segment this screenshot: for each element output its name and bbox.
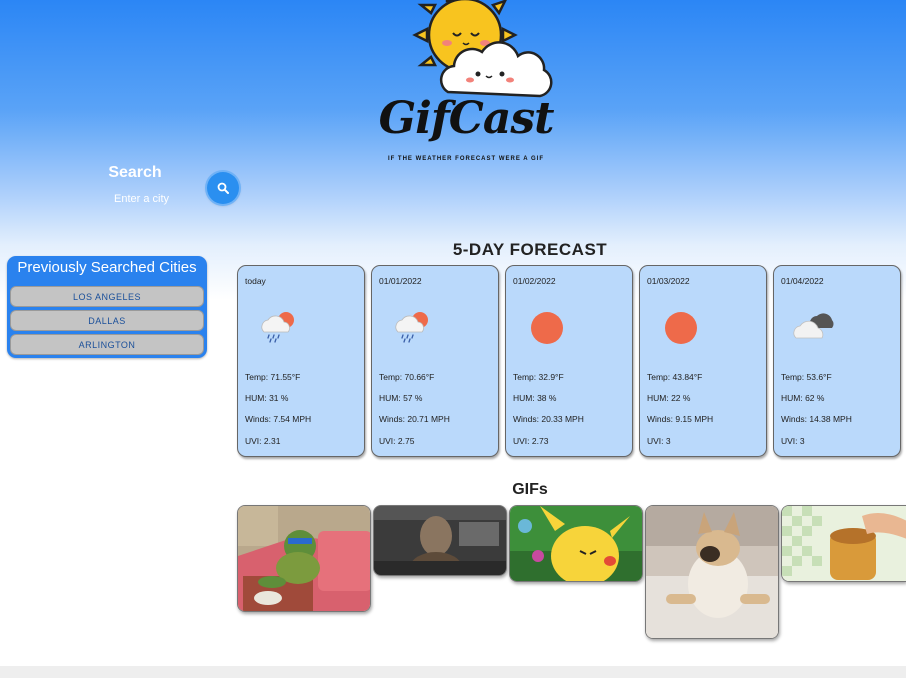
forecast-temp: Temp: 70.66°F	[379, 372, 435, 382]
cloudy-icon	[793, 313, 834, 339]
forecast-date: today	[245, 276, 266, 286]
forecast-date: 01/03/2022	[647, 276, 690, 286]
forecast-date: 01/04/2022	[781, 276, 824, 286]
forecast-temp: Temp: 32.9°F	[513, 372, 564, 382]
search-history-title: Previously Searched Cities	[17, 259, 197, 276]
forecast-humidity: HUM: 57 %	[379, 393, 423, 403]
forecast-uvi: UVI: 2.73	[513, 436, 549, 446]
logo-tagline: IF THE WEATHER FORECAST WERE A GIF	[387, 156, 545, 162]
forecast-humidity: HUM: 62 %	[781, 393, 825, 403]
forecast-winds: Winds: 20.33 MPH	[513, 414, 584, 424]
forecast-card: 01/04/2022 Temp: 53.6°F HUM: 62 % Winds:…	[773, 265, 901, 457]
search-button[interactable]	[207, 172, 239, 204]
forecast-winds: Winds: 20.71 MPH	[379, 414, 450, 424]
search-input[interactable]	[90, 191, 224, 207]
forecast-winds: Winds: 7.54 MPH	[245, 414, 312, 424]
pikachu-gif[interactable]	[509, 505, 643, 582]
forecast-heading: 5-DAY FORECAST	[452, 240, 608, 259]
forecast-date: 01/01/2022	[379, 276, 422, 286]
search-history-panel: Previously Searched Cities LOS ANGELES D…	[7, 256, 207, 358]
logo	[370, 0, 570, 170]
forecast-uvi: UVI: 2.31	[245, 436, 281, 446]
jar-gif[interactable]	[781, 505, 906, 582]
forecast-card: today Temp: 71.55°F HUM: 31 % Winds: 7.5…	[237, 265, 365, 457]
forecast-temp: Temp: 71.55°F	[245, 372, 301, 382]
forecast-humidity: HUM: 38 %	[513, 393, 557, 403]
history-city-button[interactable]: DALLAS	[10, 310, 204, 331]
forecast-uvi: UVI: 2.75	[379, 436, 415, 446]
forecast-card: 01/01/2022 Temp: 70.66°F HUM: 57 % Winds…	[371, 265, 499, 457]
dark-figure-gif[interactable]	[373, 505, 507, 576]
cloud-rain-sun-icon	[395, 312, 428, 343]
forecast-date: 01/02/2022	[513, 276, 556, 286]
page-footer-strip	[0, 666, 906, 678]
gifs-heading: GIFs	[512, 481, 548, 498]
forecast-card: 01/02/2022 Temp: 32.9°F HUM: 38 % Winds:…	[505, 265, 633, 457]
cloud-rain-sun-icon	[261, 312, 294, 343]
logo-title: GifCast	[378, 93, 555, 144]
sun-cloud-mascot-icon	[412, 0, 553, 98]
history-city-button[interactable]: LOS ANGELES	[10, 286, 204, 307]
forecast-temp: Temp: 53.6°F	[781, 372, 832, 382]
forecast-uvi: UVI: 3	[647, 436, 671, 446]
pug-gif[interactable]	[645, 505, 779, 639]
forecast-winds: Winds: 9.15 MPH	[647, 414, 714, 424]
forecast-winds: Winds: 14.38 MPH	[781, 414, 852, 424]
forecast-uvi: UVI: 3	[781, 436, 805, 446]
sun-icon	[665, 312, 697, 344]
turtle-gif[interactable]	[237, 505, 371, 612]
search-icon	[217, 182, 229, 194]
forecast-humidity: HUM: 31 %	[245, 393, 289, 403]
history-city-button[interactable]: ARLINGTON	[10, 334, 204, 355]
search-title: Search	[108, 164, 162, 181]
forecast-humidity: HUM: 22 %	[647, 393, 691, 403]
sun-icon	[531, 312, 563, 344]
forecast-card: 01/03/2022 Temp: 43.84°F HUM: 22 % Winds…	[639, 265, 767, 457]
forecast-temp: Temp: 43.84°F	[647, 372, 703, 382]
